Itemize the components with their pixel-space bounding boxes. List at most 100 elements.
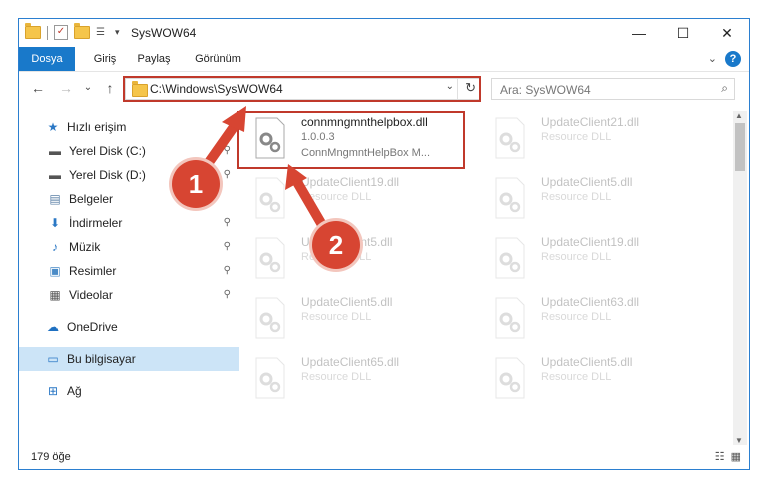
explorer-window: ✓ ☰ ▾ SysWOW64 — ☐ ✕ Dosya Giriş Paylaş … [18, 18, 750, 470]
navigation-pane: ★ Hızlı erişim ▬ Yerel Disk (C:) ⚲ ▬ Yer… [19, 109, 239, 445]
status-bar: 179 öğe ☷ ▦ [19, 445, 749, 469]
scroll-down-icon[interactable]: ▼ [735, 436, 743, 445]
file-type: Resource DLL [301, 311, 372, 323]
network-icon: ⊞ [47, 384, 59, 398]
sidebar-item-label: İndirmeler [69, 216, 123, 230]
file-type: Resource DLL [541, 311, 612, 323]
drive-icon: ▬ [49, 144, 61, 158]
file-name: UpdateClient5.dll [541, 175, 633, 189]
customize-toolbar-icon[interactable]: ▾ [115, 27, 120, 38]
computer-icon: ▭ [47, 352, 59, 366]
documents-icon: ▤ [49, 192, 61, 206]
file-name: UpdateClient5.dll [541, 355, 633, 369]
sidebar-item-label: Bu bilgisayar [67, 352, 136, 366]
sidebar-item-label: OneDrive [67, 320, 118, 334]
sidebar-item-this-pc[interactable]: ▭ Bu bilgisayar [19, 347, 239, 371]
file-item[interactable]: UpdateClient5.dll Resource DLL [477, 173, 707, 229]
window-controls: — ☐ ✕ [617, 19, 749, 47]
properties-check-icon[interactable]: ✓ [54, 25, 68, 40]
file-item[interactable]: UpdateClient63.dll Resource DLL [477, 293, 707, 349]
scroll-up-icon[interactable]: ▲ [735, 111, 743, 120]
sidebar-item-pictures[interactable]: ▣ Resimler ⚲ [19, 259, 241, 283]
music-icon: ♪ [52, 240, 58, 254]
tab-gorunum[interactable]: Görünüm [189, 47, 247, 71]
file-item[interactable]: UpdateClient5.dll Resource DLL [237, 293, 467, 349]
file-item[interactable]: UpdateClient21.dll Resource DLL [477, 113, 707, 169]
sidebar-item-music[interactable]: ♪ Müzik ⚲ [19, 235, 241, 259]
drive-icon: ▬ [49, 168, 61, 182]
search-input[interactable]: Ara: SysWOW64 [500, 83, 591, 97]
file-list: connmngmnthelpbox.dll 1.0.0.3 ConnMngmnt… [221, 109, 731, 445]
recent-locations-button[interactable]: ⌄ [79, 79, 97, 97]
dll-file-icon [495, 117, 525, 159]
toolbar-divider [47, 25, 48, 40]
sidebar-item-label: Videolar [69, 288, 113, 302]
sidebar-item-label: Yerel Disk (D:) [69, 168, 146, 182]
file-type: Resource DLL [541, 371, 612, 383]
file-type: Resource DLL [301, 191, 372, 203]
tab-dosya[interactable]: Dosya [19, 47, 75, 71]
file-item[interactable]: UpdateClient19.dll Resource DLL [237, 173, 467, 229]
large-icons-view-icon[interactable]: ▦ [731, 450, 741, 463]
sidebar-item-label: Hızlı erişim [67, 120, 127, 134]
dll-file-icon [255, 177, 285, 219]
cloud-icon: ☁ [47, 320, 59, 334]
file-highlight-box [237, 111, 465, 169]
scroll-thumb[interactable] [735, 123, 745, 171]
details-view-icon[interactable]: ☷ [715, 450, 725, 463]
file-item[interactable]: UpdateClient19.dll Resource DLL [477, 233, 707, 289]
quick-access-toolbar: ✓ ☰ ▾ [25, 23, 120, 40]
item-count: 179 öğe [31, 451, 71, 463]
file-name: UpdateClient5.dll [301, 295, 393, 309]
dll-file-icon [255, 297, 285, 339]
sidebar-item-videos[interactable]: ▦ Videolar ⚲ [19, 283, 241, 307]
step-1-badge: 1 [172, 160, 220, 208]
back-button[interactable]: ← [29, 79, 47, 97]
sidebar-item-downloads[interactable]: ⬇ İndirmeler ⚲ [19, 211, 241, 235]
dll-file-icon [495, 357, 525, 399]
view-switcher: ☷ ▦ [715, 450, 741, 463]
star-icon: ★ [47, 120, 59, 134]
sidebar-item-label: Belgeler [69, 192, 114, 206]
step-2-badge: 2 [312, 221, 360, 269]
sidebar-item-network[interactable]: ⊞ Ağ [19, 379, 239, 403]
file-type: Resource DLL [541, 131, 612, 143]
navigation-bar: ← → ⌄ ↑ C:\Windows\SysWOW64 ⌄ ↻ Ara: Sys… [19, 75, 749, 103]
sidebar-item-label: Yerel Disk (C:) [69, 144, 146, 158]
pictures-icon: ▣ [49, 264, 61, 278]
expand-ribbon-icon[interactable]: ⌄ [708, 52, 717, 65]
help-icon[interactable]: ? [725, 51, 741, 67]
up-button[interactable]: ↑ [101, 79, 119, 97]
sidebar-item-quick-access[interactable]: ★ Hızlı erişim [19, 115, 239, 139]
file-type: Resource DLL [301, 371, 372, 383]
sidebar-item-onedrive[interactable]: ☁ OneDrive [19, 315, 239, 339]
address-highlight-box [123, 76, 481, 102]
download-icon: ⬇ [49, 216, 61, 230]
ribbon-tabs: Dosya Giriş Paylaş Görünüm ⌄ ? [19, 47, 749, 72]
file-name: UpdateClient63.dll [541, 295, 640, 309]
close-button[interactable]: ✕ [705, 19, 749, 47]
tab-giris[interactable]: Giriş [85, 47, 125, 71]
vertical-scrollbar[interactable]: ▲ ▼ [733, 111, 747, 445]
tab-paylas[interactable]: Paylaş [131, 47, 177, 71]
dll-file-icon [255, 237, 285, 279]
file-item[interactable]: UpdateClient65.dll Resource DLL [237, 353, 467, 409]
file-item[interactable]: UpdateClient5.dll Resource DLL [477, 353, 707, 409]
sidebar-item-label: Müzik [69, 240, 101, 254]
minimize-button[interactable]: — [617, 19, 661, 47]
search-box[interactable]: Ara: SysWOW64 ⌕ [491, 78, 735, 100]
sidebar-item-label: Resimler [69, 264, 117, 278]
sidebar-item-disk-c[interactable]: ▬ Yerel Disk (C:) ⚲ [19, 139, 241, 163]
folder-icon [25, 23, 41, 39]
dll-file-icon [495, 177, 525, 219]
sidebar-item-label: Ağ [67, 384, 82, 398]
new-folder-icon[interactable] [74, 23, 90, 39]
dll-file-icon [495, 297, 525, 339]
maximize-button[interactable]: ☐ [661, 19, 705, 47]
file-type: Resource DLL [541, 251, 612, 263]
videos-icon: ▦ [49, 288, 61, 302]
list-properties-icon[interactable]: ☰ [96, 27, 109, 39]
file-type: Resource DLL [541, 191, 612, 203]
search-icon[interactable]: ⌕ [721, 81, 728, 96]
forward-button[interactable]: → [57, 79, 75, 97]
